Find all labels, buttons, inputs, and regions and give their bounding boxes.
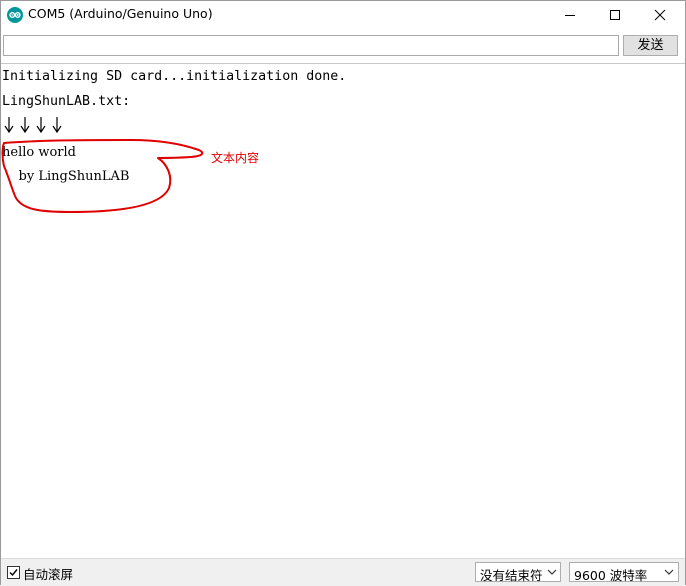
baud-rate-select[interactable]: 9600 波特率 [569,562,679,583]
close-button[interactable] [637,1,683,31]
chevron-down-icon [664,569,674,575]
serial-monitor-window: COM5 (Arduino/Genuino Uno) 发送 Initializi… [0,0,686,586]
annotation-label: 文本内容 [211,151,260,165]
output-line-filename: LingShunLAB.txt: [2,94,131,109]
line-ending-select[interactable]: 没有结束符 [475,562,561,583]
baud-rate-value: 9600 波特率 [574,568,648,583]
annotation-outline [1,139,204,213]
status-bar: 自动滚屏 没有结束符 9600 波特率 [1,558,685,586]
send-button[interactable]: 发送 [623,35,678,56]
close-icon [654,9,666,21]
output-line-init: Initializing SD card...initialization do… [2,69,347,84]
autoscroll-label[interactable]: 自动滚屏 [23,564,73,583]
serial-input[interactable] [3,35,619,56]
window-title: COM5 (Arduino/Genuino Uno) [28,6,213,21]
line-ending-value: 没有结束符 [480,568,543,583]
maximize-icon [610,10,620,20]
minimize-icon [565,15,575,16]
check-icon [9,569,18,577]
maximize-button[interactable] [592,1,638,31]
serial-output[interactable]: Initializing SD card...initialization do… [1,63,685,558]
minimize-button[interactable] [547,1,593,31]
arrows-icon [4,117,62,134]
arduino-icon [7,7,23,23]
autoscroll-checkbox[interactable] [7,566,20,579]
title-bar: COM5 (Arduino/Genuino Uno) [1,1,685,31]
chevron-down-icon [547,569,557,575]
send-row: 发送 [1,31,685,61]
